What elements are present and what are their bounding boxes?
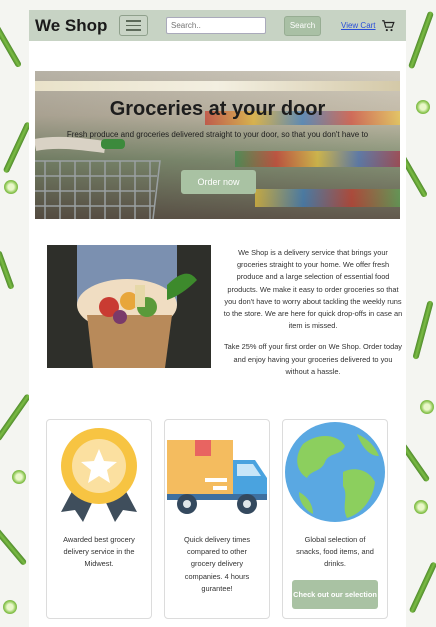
hero-banner: Groceries at your door Fresh produce and… — [35, 71, 400, 219]
award-medal-icon — [61, 428, 137, 523]
navbar: We Shop Search View Cart — [29, 10, 406, 41]
grocery-bag-photo — [47, 245, 211, 368]
about-section: We Shop is a delivery service that bring… — [47, 245, 406, 387]
cart-icon[interactable] — [381, 19, 395, 33]
menu-toggle-button[interactable] — [119, 15, 148, 36]
globe-icon — [285, 422, 385, 523]
feature-text: Awarded best grocery delivery service in… — [63, 535, 135, 569]
search-input[interactable] — [166, 17, 266, 34]
view-cart-link[interactable]: View Cart — [341, 21, 376, 30]
hamburger-icon — [126, 20, 141, 22]
order-now-button[interactable]: Order now — [181, 170, 256, 194]
hero-title: Groceries at your door — [109, 98, 326, 120]
page: We Shop Search View Cart — [29, 10, 406, 627]
about-text: We Shop is a delivery service that bring… — [223, 247, 403, 387]
feature-card-global: Global selection of snacks, food items, … — [282, 419, 388, 620]
feature-card-award: Awarded best grocery delivery service in… — [46, 419, 152, 620]
feature-cards: Awarded best grocery delivery service in… — [46, 419, 406, 620]
promo-paragraph: Take 25% off your first order on We Shop… — [223, 342, 402, 376]
check-selection-button[interactable]: Check out our selection — [292, 580, 378, 610]
feature-text: Global selection of snacks, food items, … — [296, 535, 374, 569]
shopping-cart-photo — [35, 136, 161, 219]
delivery-truck-icon — [167, 440, 267, 515]
search-button[interactable]: Search — [284, 15, 321, 36]
brand-logo[interactable]: We Shop — [35, 16, 117, 36]
about-paragraph: We Shop is a delivery service that bring… — [223, 248, 403, 331]
hero-subtitle: Fresh produce and groceries delivered st… — [66, 130, 369, 139]
feature-card-delivery: Quick delivery times compared to other g… — [164, 419, 270, 620]
feature-text: Quick delivery times compared to other g… — [183, 535, 251, 593]
